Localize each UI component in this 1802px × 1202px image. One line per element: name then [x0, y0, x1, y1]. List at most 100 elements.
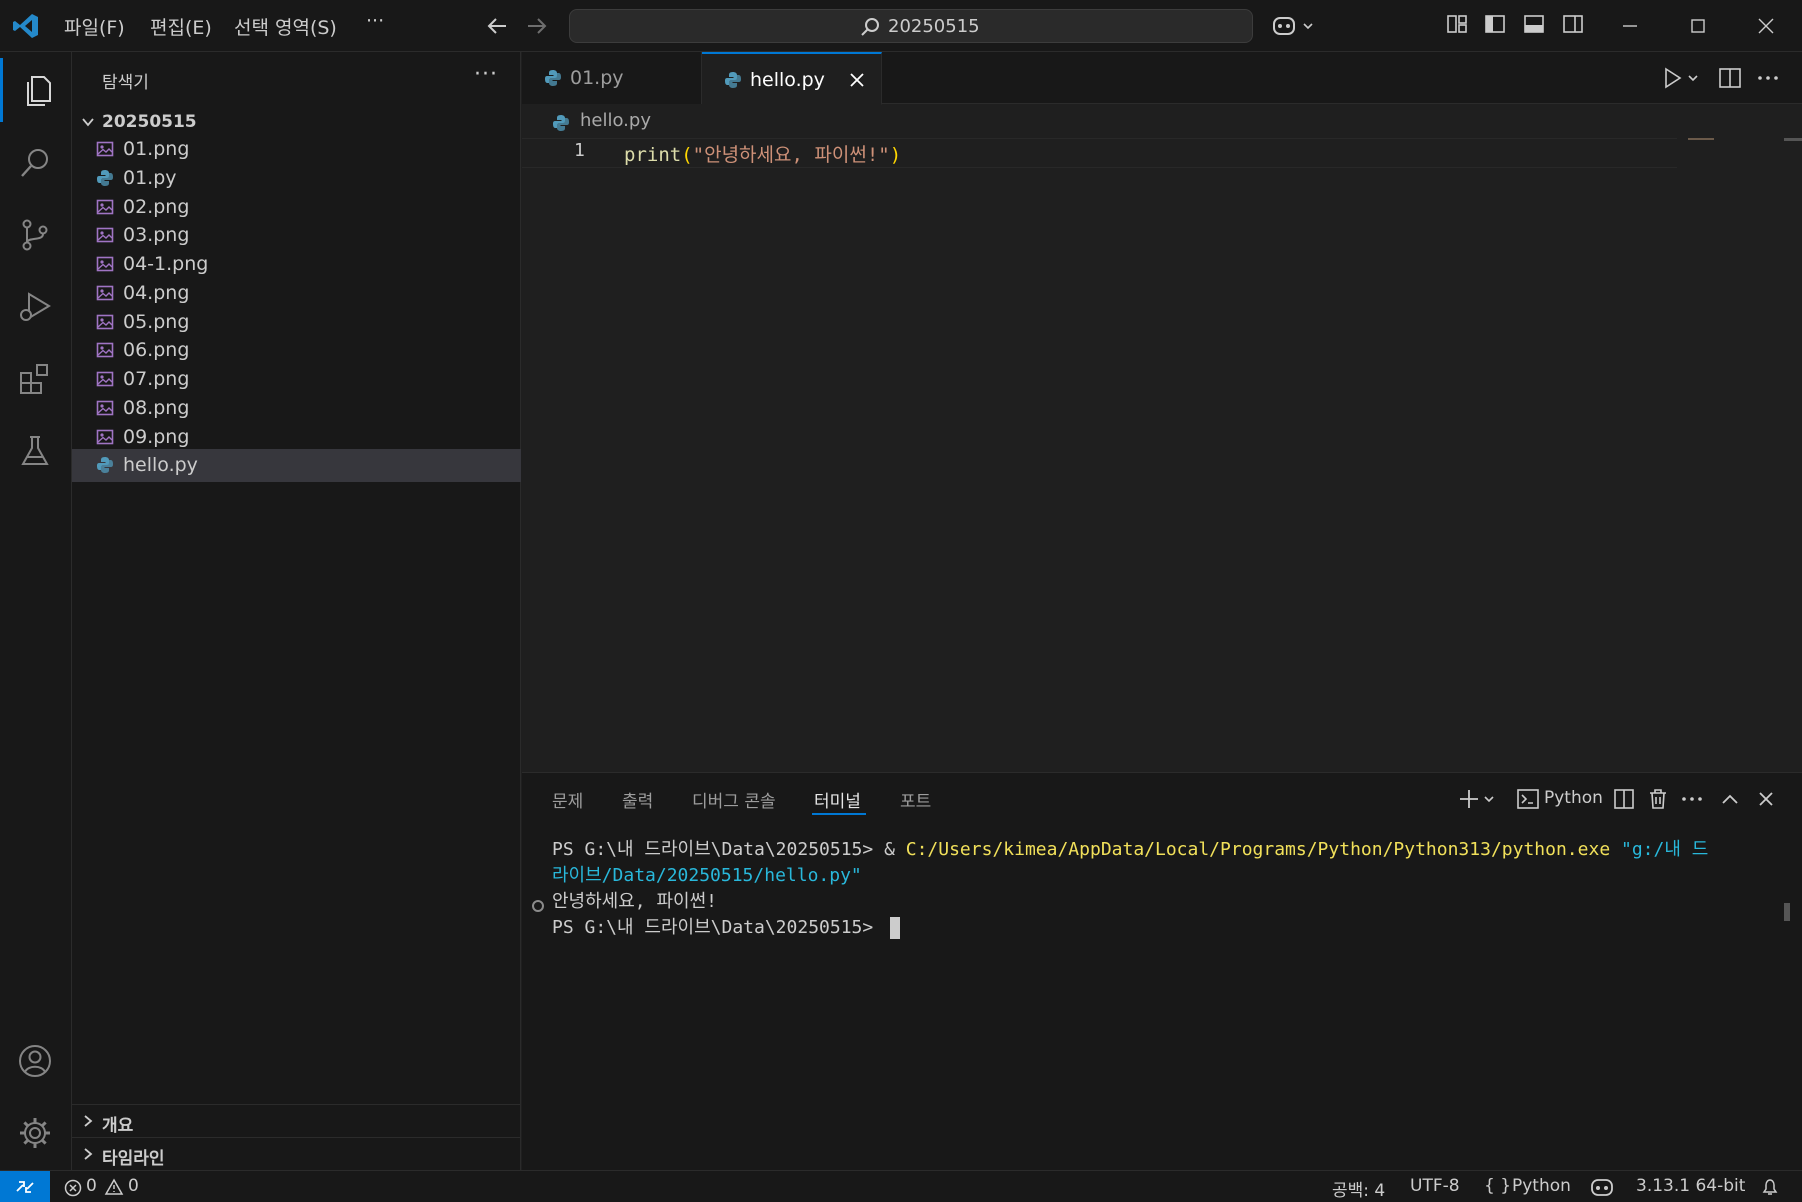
outline-section[interactable]: 개요	[72, 1104, 521, 1137]
copilot-status-icon[interactable]	[1590, 1176, 1614, 1198]
copilot-icon[interactable]	[1272, 14, 1318, 38]
terminal-line-2: 라이브/Data/20250515/hello.py"	[552, 865, 862, 886]
menu-more[interactable]: ···	[366, 10, 384, 32]
python-file-icon	[725, 72, 741, 88]
command-decoration-icon[interactable]	[532, 900, 544, 912]
editor-scrollbar[interactable]	[1784, 138, 1802, 141]
remote-icon	[16, 1181, 34, 1193]
file-name: 01.png	[123, 138, 190, 160]
back-arrow-icon[interactable]	[486, 16, 508, 36]
terminal-scrollbar[interactable]	[1784, 903, 1790, 921]
maximize-icon[interactable]	[1678, 10, 1718, 42]
error-icon[interactable]	[64, 1179, 82, 1197]
split-editor-icon[interactable]	[1718, 66, 1742, 90]
bottom-panel: 문제 출력 디버그 콘솔 터미널 포트 Python PS G:\내 드라이브\…	[522, 772, 1802, 1170]
minimize-icon[interactable]	[1610, 10, 1650, 42]
indentation-status[interactable]: 공백: 4	[1332, 1176, 1385, 1201]
tab-01-py[interactable]: 01.py	[522, 52, 702, 104]
customize-layout-icon[interactable]	[1446, 13, 1468, 35]
code-close-paren: )	[889, 144, 902, 166]
line-number: 1	[574, 140, 585, 161]
terminal-prompt: PS G:\내 드라이브\Data\20250515>	[552, 839, 885, 860]
close-tab-icon[interactable]	[847, 70, 867, 90]
warning-count[interactable]: 0	[128, 1176, 139, 1196]
activity-run-debug[interactable]	[0, 274, 72, 338]
folder-name: 20250515	[102, 112, 197, 132]
python-interpreter[interactable]: 3.13.1 64-bit	[1636, 1176, 1745, 1196]
tab-label: 01.py	[570, 67, 624, 89]
terminal-amp: &	[884, 839, 906, 860]
close-panel-icon[interactable]	[1754, 787, 1778, 811]
panel-tab-problems[interactable]: 문제	[552, 787, 583, 812]
terminal-exe-path: C:/Users/kimea/AppData/Local/Programs/Py…	[905, 839, 1611, 860]
error-count[interactable]: 0	[86, 1176, 97, 1196]
timeline-section[interactable]: 타임라인	[72, 1137, 521, 1170]
new-terminal-icon[interactable]	[1458, 787, 1502, 811]
warning-icon[interactable]	[104, 1178, 124, 1196]
file-name: 02.png	[123, 195, 190, 218]
split-terminal-icon[interactable]	[1612, 787, 1636, 811]
active-tab-indicator	[812, 813, 866, 815]
extensions-icon	[20, 364, 48, 394]
forward-arrow-icon[interactable]	[526, 16, 548, 36]
status-bar: 0 0 공백: 4 UTF-8 { } Python 3.13.1 64-bit	[0, 1170, 1802, 1202]
file-name: 09.png	[123, 425, 190, 448]
activity-search[interactable]	[0, 130, 72, 194]
file-item[interactable]: hello.py	[72, 449, 521, 483]
more-actions-icon[interactable]	[1680, 787, 1704, 811]
account-icon	[19, 1045, 51, 1077]
activity-accounts[interactable]	[0, 1028, 72, 1092]
sidebar-more-button[interactable]: ···	[474, 62, 498, 87]
terminal-line-1: PS G:\내 드라이브\Data\20250515> & C:/Users/k…	[552, 835, 1708, 861]
tab-hello-py[interactable]: hello.py	[702, 52, 882, 105]
file-name: 03.png	[123, 224, 190, 247]
panel-tab-debug-console[interactable]: 디버그 콘솔	[692, 787, 776, 812]
python-file-icon	[97, 457, 113, 474]
toggle-secondary-sidebar-icon[interactable]	[1562, 13, 1584, 35]
gear-icon	[20, 1118, 50, 1148]
explorer-sidebar: 탐색기 ··· 20250515 01.png 01.py 02.png 03.png…	[72, 52, 521, 1170]
activity-extensions[interactable]	[0, 346, 72, 410]
python-file-icon	[97, 169, 113, 186]
remote-indicator[interactable]	[0, 1171, 50, 1202]
panel-tab-output[interactable]: 출력	[622, 787, 653, 812]
chevron-right-icon	[84, 1148, 93, 1160]
trash-icon[interactable]	[1646, 787, 1670, 811]
chevron-up-icon[interactable]	[1718, 787, 1742, 811]
toggle-panel-icon[interactable]	[1523, 13, 1545, 35]
terminal-shell-name[interactable]: Python	[1544, 788, 1603, 808]
encoding-status[interactable]: UTF-8	[1410, 1176, 1460, 1196]
breadcrumb-file: hello.py	[580, 110, 651, 131]
file-name: 08.png	[123, 396, 190, 419]
activity-explorer[interactable]	[0, 58, 72, 122]
braces-icon: { }	[1484, 1176, 1512, 1196]
search-icon	[861, 18, 879, 36]
file-name: 04-1.png	[123, 253, 209, 275]
toggle-primary-sidebar-icon[interactable]	[1484, 13, 1506, 35]
code-open-paren: (	[681, 144, 693, 166]
terminal-line-4[interactable]: PS G:\내 드라이브\Data\20250515>	[552, 913, 901, 939]
menu-selection[interactable]: 선택 영역(S)	[234, 13, 337, 40]
code-line[interactable]: print("안녕하세요, 파이썬!")	[624, 140, 901, 167]
menu-file[interactable]: 파일(F)	[64, 13, 125, 40]
file-name: 05.png	[123, 310, 190, 333]
close-window-icon[interactable]	[1746, 10, 1786, 42]
python-file-icon	[553, 115, 569, 131]
python-file-icon	[545, 70, 561, 86]
command-center-search[interactable]: 20250515	[569, 9, 1253, 43]
panel-tab-terminal[interactable]: 터미널	[814, 787, 861, 812]
bell-icon[interactable]	[1760, 1177, 1780, 1197]
code-string: "안녕하세요, 파이썬!"	[692, 144, 890, 166]
activity-source-control[interactable]	[0, 202, 72, 266]
activity-manage[interactable]	[0, 1100, 72, 1164]
activity-testing[interactable]	[0, 418, 72, 482]
minimap[interactable]	[1688, 138, 1714, 140]
files-icon	[27, 76, 51, 106]
run-python-icon[interactable]	[1662, 66, 1706, 90]
language-mode[interactable]: Python	[1512, 1176, 1571, 1196]
menu-edit[interactable]: 편집(E)	[150, 13, 212, 40]
panel-tab-ports[interactable]: 포트	[900, 787, 931, 812]
terminal-prompt: PS G:\내 드라이브\Data\20250515>	[552, 917, 885, 938]
more-actions-icon[interactable]	[1756, 66, 1780, 90]
image-file-icon	[96, 314, 114, 329]
